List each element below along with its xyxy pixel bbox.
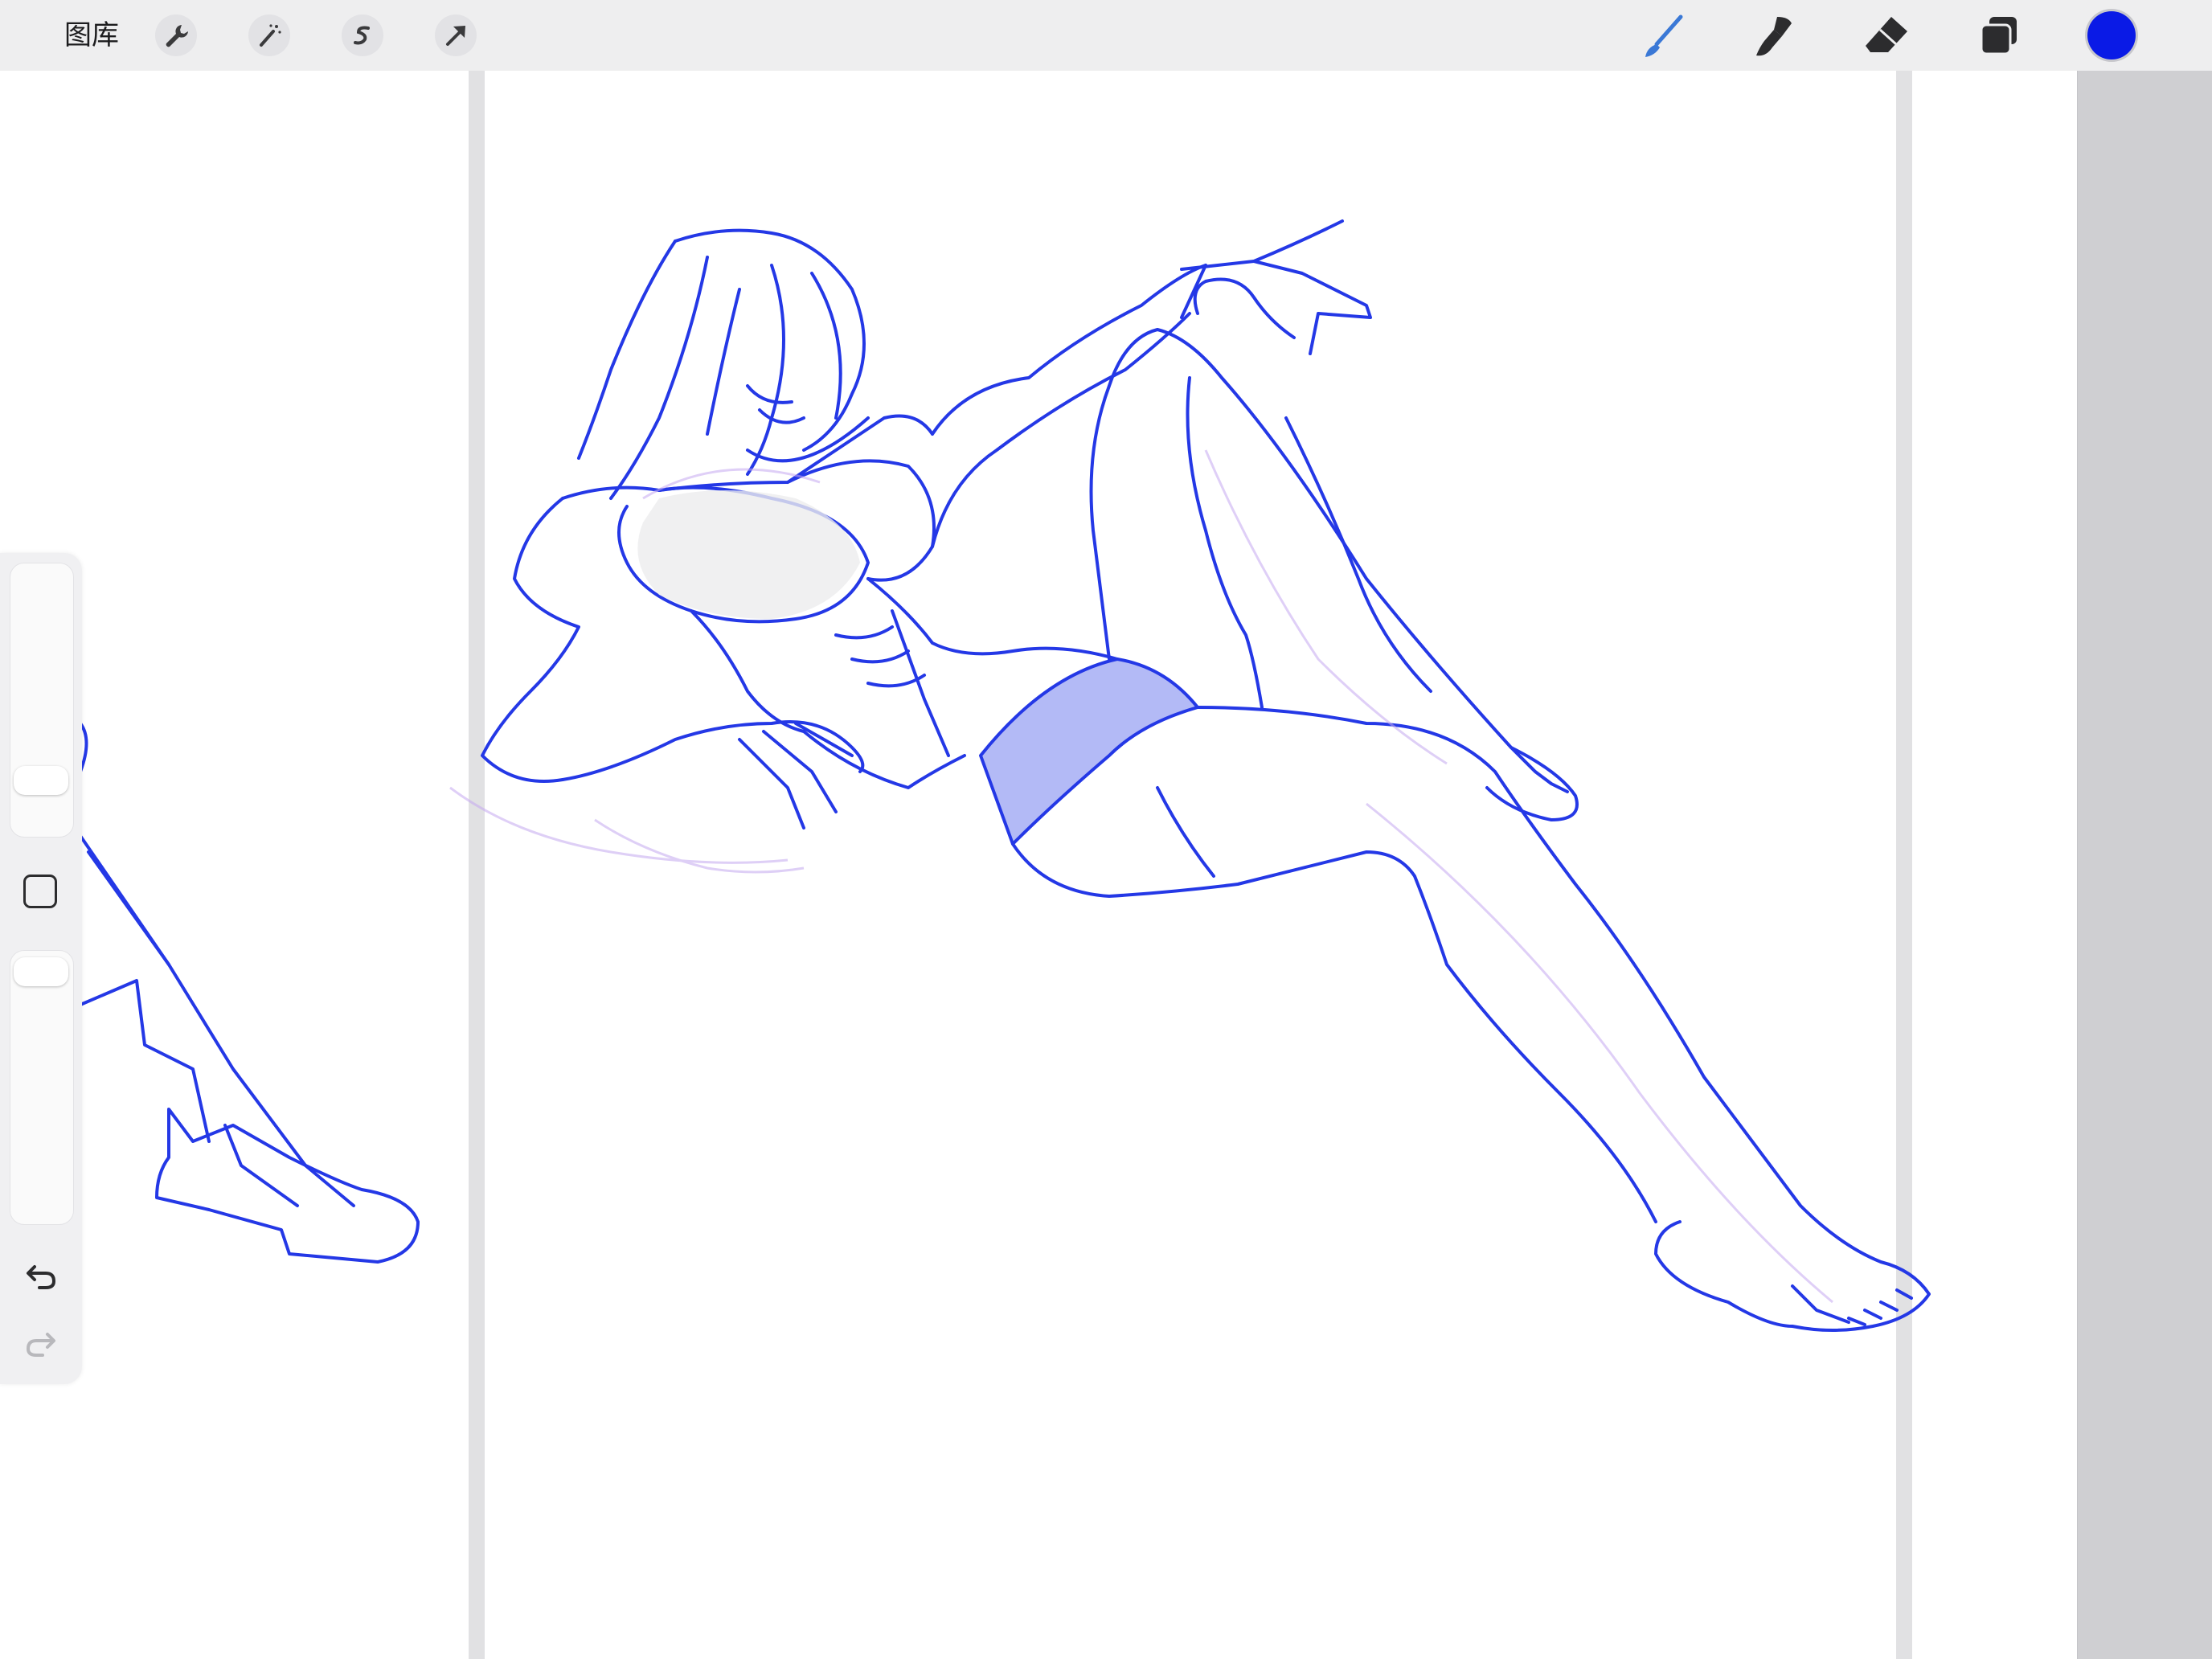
smudge-icon	[1756, 17, 1792, 56]
selection-icon	[354, 26, 370, 45]
modify-button[interactable]	[23, 875, 57, 908]
eraser-tool-button[interactable]	[1862, 11, 1911, 61]
gallery-button[interactable]: 图库	[64, 14, 119, 56]
brush-tool-button[interactable]	[1638, 11, 1688, 61]
smudge-tool-button[interactable]	[1749, 11, 1799, 61]
side-toolbar	[0, 553, 82, 1384]
top-toolbar: 图库	[0, 0, 2212, 72]
color-picker-button[interactable]	[2087, 11, 2136, 59]
undo-icon	[27, 1265, 56, 1289]
canvas-outside-area	[2077, 71, 2212, 1659]
sketch-artwork	[79, 219, 1931, 1332]
drawing-canvas[interactable]	[0, 71, 2212, 1659]
selection-button[interactable]	[342, 14, 383, 56]
layers-icon	[1980, 17, 2017, 55]
layers-button[interactable]	[1974, 11, 2024, 61]
magic-wand-icon	[260, 24, 281, 47]
transform-button[interactable]	[435, 14, 477, 56]
brush-size-slider[interactable]	[10, 563, 74, 838]
redo-button[interactable]	[22, 1323, 60, 1362]
wrench-icon	[166, 25, 188, 47]
adjustments-button[interactable]	[248, 14, 290, 56]
brush-icon	[1645, 14, 1683, 57]
redo-icon	[26, 1333, 55, 1357]
transform-arrow-icon	[446, 26, 465, 46]
undo-button[interactable]	[22, 1256, 60, 1294]
brush-size-handle[interactable]	[14, 766, 68, 795]
opacity-handle[interactable]	[14, 957, 68, 986]
opacity-slider[interactable]	[10, 950, 74, 1225]
actions-button[interactable]	[155, 14, 197, 56]
eraser-icon	[1866, 17, 1907, 52]
